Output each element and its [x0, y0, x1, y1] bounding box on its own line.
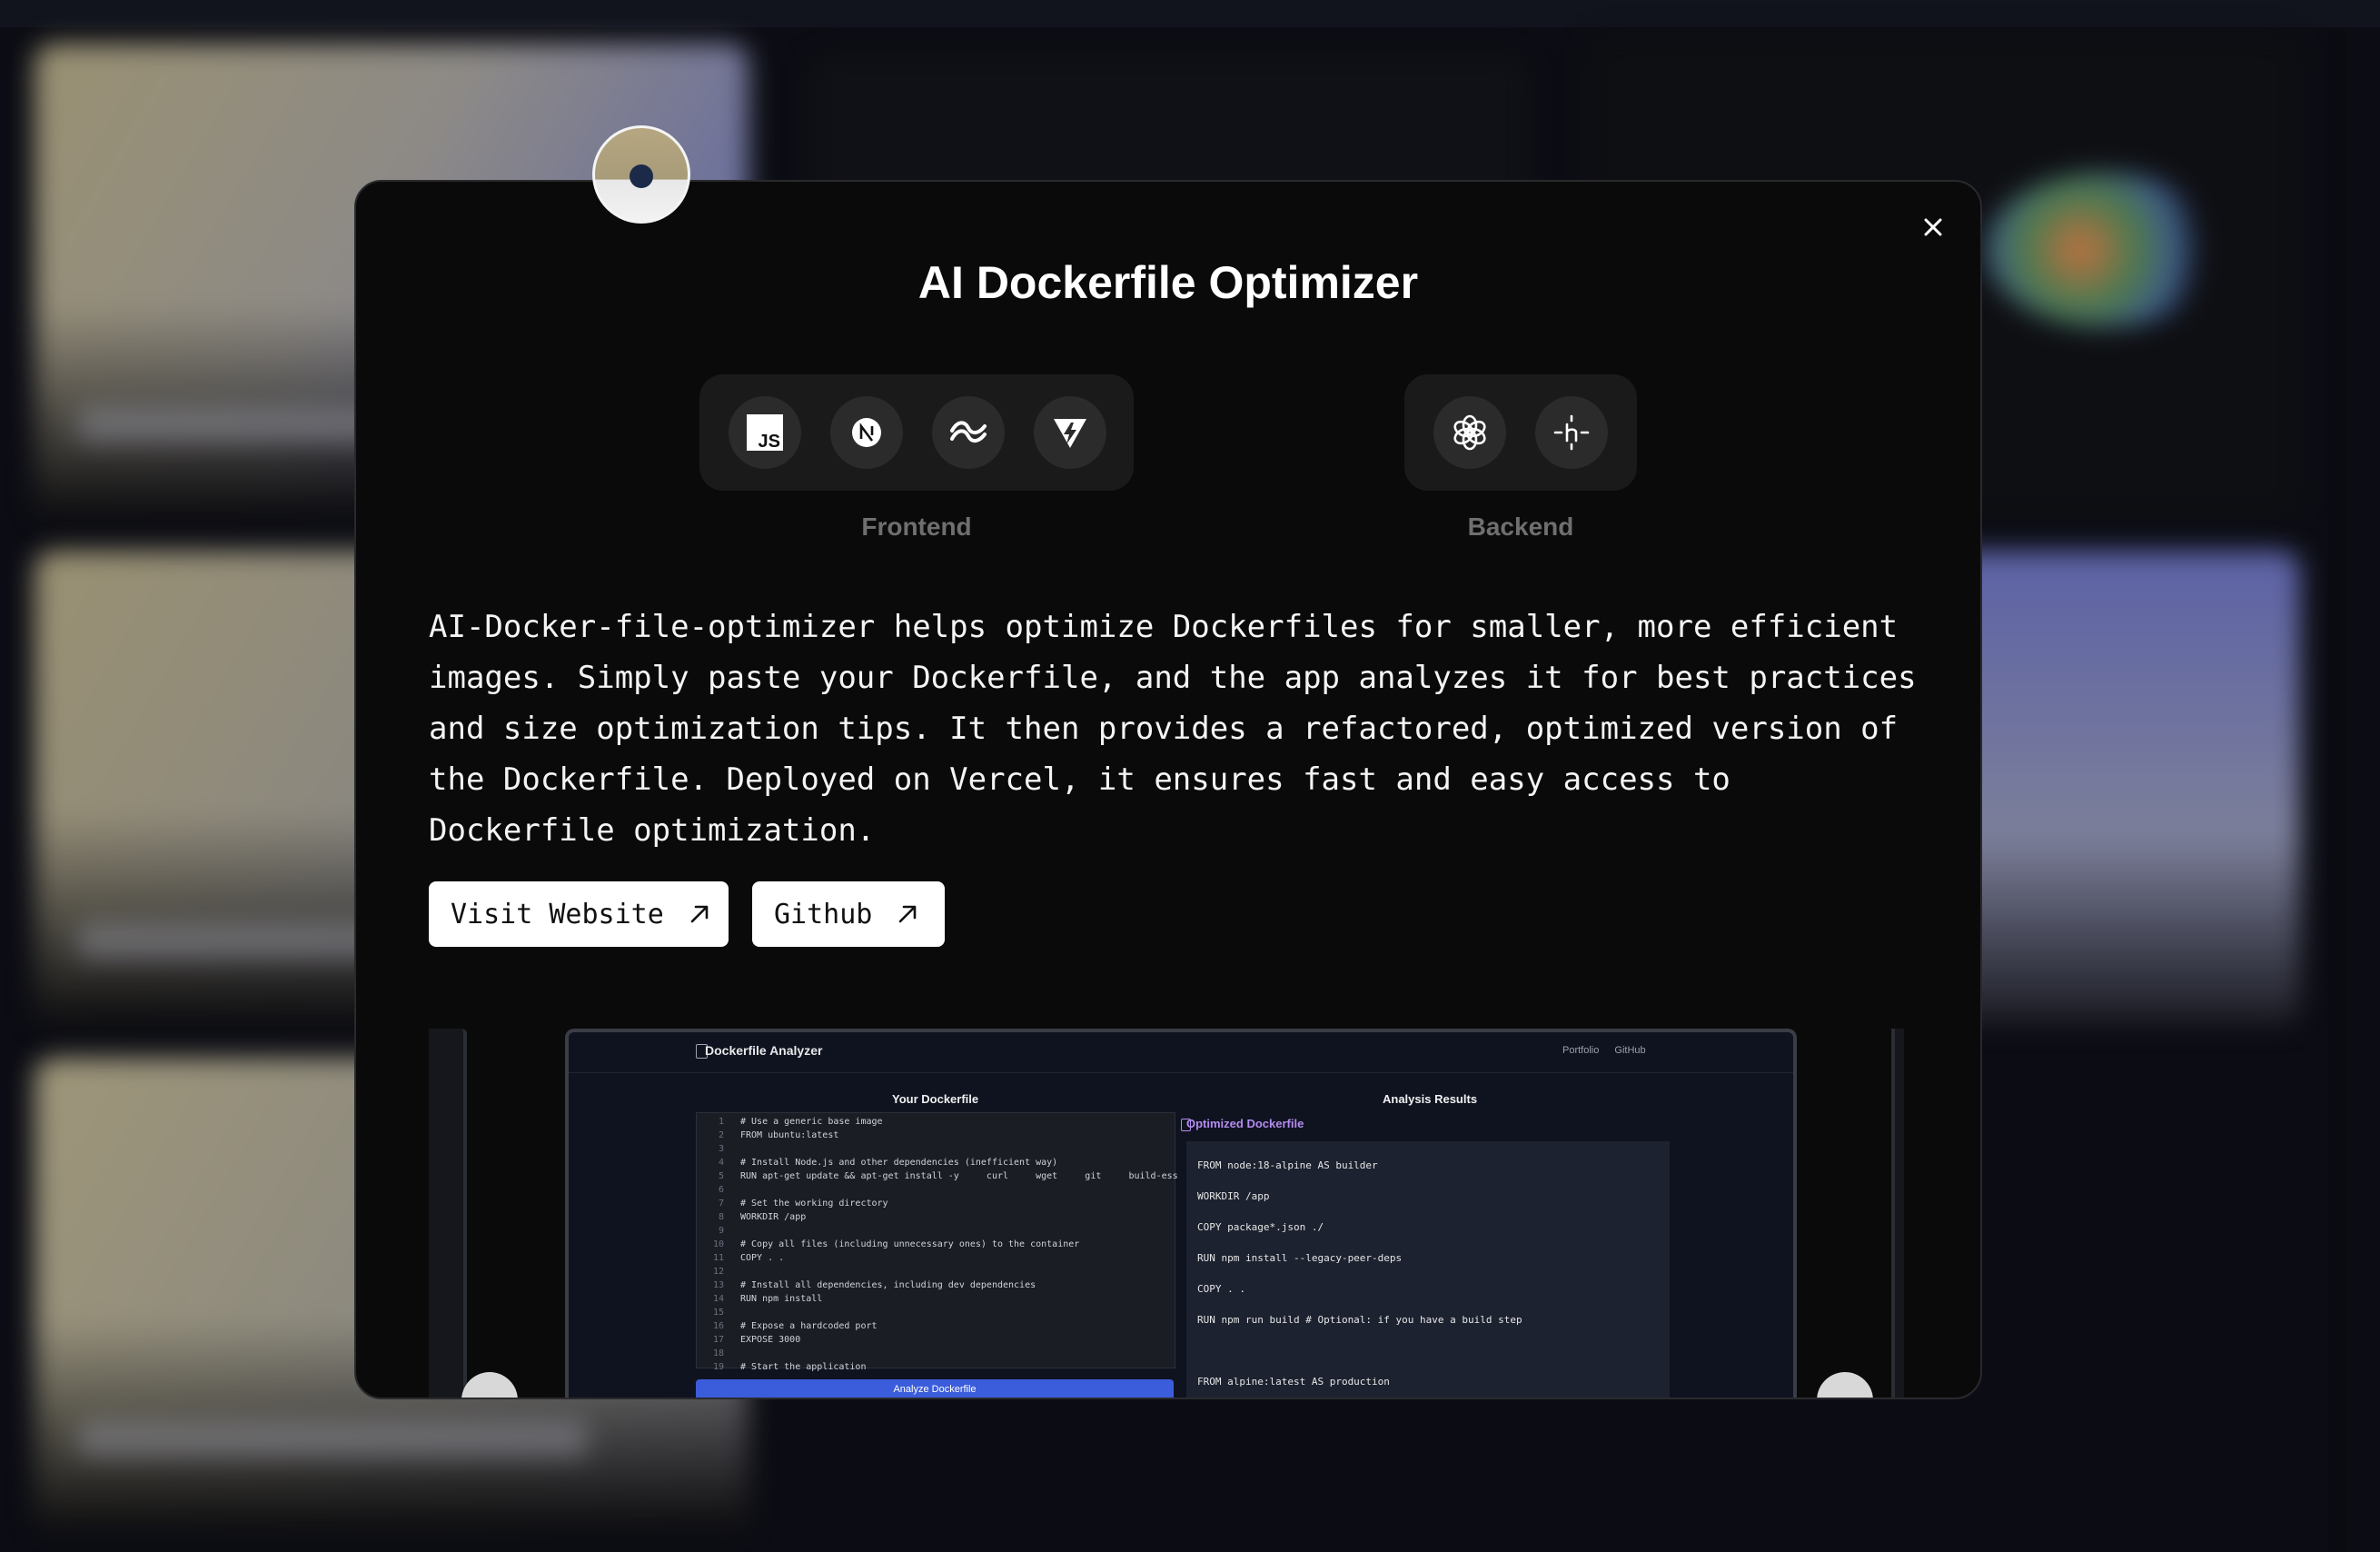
frontend-label: Frontend — [861, 512, 972, 541]
code-line: 5 RUN apt-get update && apt-get install -… — [718, 1171, 1178, 1181]
code-line: 6 — [718, 1185, 724, 1195]
close-icon[interactable] — [1915, 209, 1951, 245]
javascript-icon: JS — [729, 396, 801, 469]
backend-label: Backend — [1467, 512, 1574, 541]
preview-navbar: Dockerfile Analyzer Portfolio GitHub — [569, 1032, 1793, 1073]
code-line: 18 — [712, 1348, 724, 1358]
vite-icon — [1034, 396, 1106, 469]
carousel-prev-button[interactable] — [461, 1372, 518, 1398]
svg-text:JS: JS — [759, 432, 780, 452]
preview-right-title: Analysis Results — [1383, 1092, 1478, 1106]
tailwind-icon — [932, 396, 1005, 469]
close-button[interactable] — [1915, 209, 1951, 245]
code-line: 7 # Set the working directory — [718, 1199, 888, 1209]
code-line: 8 WORKDIR /app — [718, 1212, 807, 1222]
code-line: 14 RUN npm install — [712, 1294, 823, 1304]
code-line: 9 — [718, 1226, 724, 1236]
code-line: 17 EXPOSE 3000 — [712, 1335, 801, 1345]
preview-nav-links: Portfolio GitHub — [1562, 1045, 1659, 1056]
preview-screenshot: Dockerfile Analyzer Portfolio GitHub You… — [565, 1029, 1797, 1399]
project-modal: AI Dockerfile Optimizer JS Frontend Back… — [354, 180, 1982, 1399]
code-line: COPY . . — [1197, 1283, 1245, 1295]
preview-link-github: GitHub — [1614, 1045, 1646, 1056]
code-line: RUN npm run build # Optional: if you hav… — [1197, 1314, 1522, 1326]
hono-icon — [1535, 396, 1608, 469]
preview-optimized-output: FROM node:18-alpine AS builder WORKDIR /a… — [1186, 1141, 1670, 1399]
preview-link-portfolio: Portfolio — [1562, 1045, 1600, 1056]
github-button[interactable]: Github — [752, 881, 945, 947]
code-line: 15 — [712, 1308, 724, 1318]
code-line: 16 # Expose a hardcoded port — [712, 1321, 878, 1331]
carousel-next-slide[interactable] — [1891, 1029, 1904, 1398]
github-label: Github — [774, 898, 873, 930]
backend-stack — [1404, 374, 1637, 491]
code-line: 11 COPY . . — [712, 1253, 785, 1263]
code-line: RUN npm install --legacy-peer-deps — [1197, 1252, 1403, 1264]
preview-analyze-button: Analyze Dockerfile — [696, 1379, 1174, 1398]
preview-dockerfile-input: 1 # Use a generic base image 2 FROM ubuntu:… — [696, 1112, 1178, 1372]
preview-optimized-heading: Optimized Dockerfile — [1186, 1117, 1304, 1130]
code-line: 19 # Start the application — [712, 1362, 867, 1372]
code-line: WORKDIR /app — [1197, 1398, 1659, 1399]
project-title: AI Dockerfile Optimizer — [917, 257, 1419, 308]
external-link-icon — [899, 905, 917, 923]
code-line: 1 # Use a generic base image — [718, 1117, 883, 1127]
external-link-icon — [690, 905, 709, 923]
code-line: FROM node:18-alpine AS builder — [1197, 1159, 1378, 1171]
background-scrollbar — [2327, 27, 2345, 1552]
code-line: 12 — [712, 1267, 724, 1277]
code-line: 10 # Copy all files (including unnecessar… — [712, 1239, 1080, 1249]
background-top-band — [0, 0, 2380, 27]
carousel-next-button[interactable] — [1817, 1372, 1873, 1398]
code-line: 3 — [718, 1144, 724, 1154]
code-line: WORKDIR /app — [1197, 1190, 1270, 1202]
frontend-stack: JS — [699, 374, 1134, 491]
code-line: COPY package*.json ./ — [1197, 1221, 1324, 1233]
code-line: 13 # Install all dependencies, including … — [712, 1280, 1036, 1290]
screenshot-carousel: Dockerfile Analyzer Portfolio GitHub You… — [429, 1029, 1908, 1398]
preview-left-title: Your Dockerfile — [892, 1092, 979, 1106]
openai-icon — [1433, 396, 1506, 469]
carousel-prev-slide[interactable] — [429, 1029, 467, 1398]
visit-website-label: Visit Website — [451, 898, 664, 930]
project-description: AI-Docker-file-optimizer helps optimize … — [429, 609, 1917, 849]
avatar — [592, 125, 690, 224]
visit-website-button[interactable]: Visit Website — [429, 881, 729, 947]
nextjs-icon — [830, 396, 903, 469]
code-line: 2 FROM ubuntu:latest — [718, 1130, 839, 1140]
preview-brand: Dockerfile Analyzer — [705, 1043, 823, 1058]
code-line: 4 # Install Node.js and other dependencie… — [718, 1158, 1058, 1168]
code-line: FROM alpine:latest AS production — [1197, 1376, 1390, 1388]
